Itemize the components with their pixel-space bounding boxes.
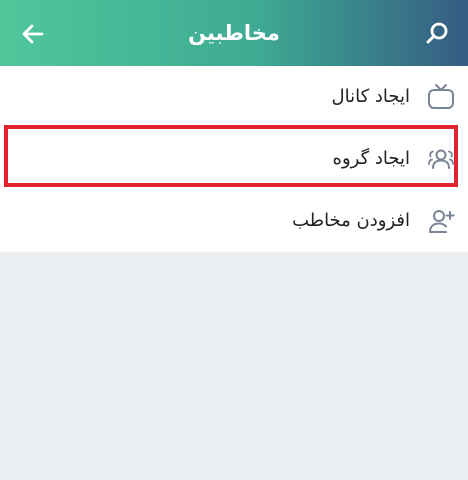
- add-contact-label: افزودن مخاطب: [292, 210, 410, 231]
- group-users-icon: [428, 149, 454, 169]
- search-button[interactable]: [422, 19, 452, 49]
- tv-channel-icon: [428, 84, 454, 109]
- create-channel-item[interactable]: ایجاد کانال: [0, 66, 468, 128]
- contacts-actions-menu: ایجاد کانال ایجاد گروه افزودن مخاطب: [0, 66, 468, 252]
- add-contact-item[interactable]: افزودن مخاطب: [0, 190, 468, 252]
- search-icon: [426, 22, 448, 44]
- page-title: مخاطبین: [188, 21, 280, 45]
- contacts-screen: مخاطبین ایجاد کانال ایجاد گروه افزودن مخ…: [0, 0, 468, 480]
- app-header: مخاطبین: [0, 0, 468, 66]
- add-user-icon: [429, 210, 455, 233]
- empty-content-area: [0, 252, 468, 480]
- create-group-label: ایجاد گروه: [332, 148, 410, 169]
- create-group-item[interactable]: ایجاد گروه: [0, 128, 468, 190]
- create-channel-label: ایجاد کانال: [331, 86, 410, 107]
